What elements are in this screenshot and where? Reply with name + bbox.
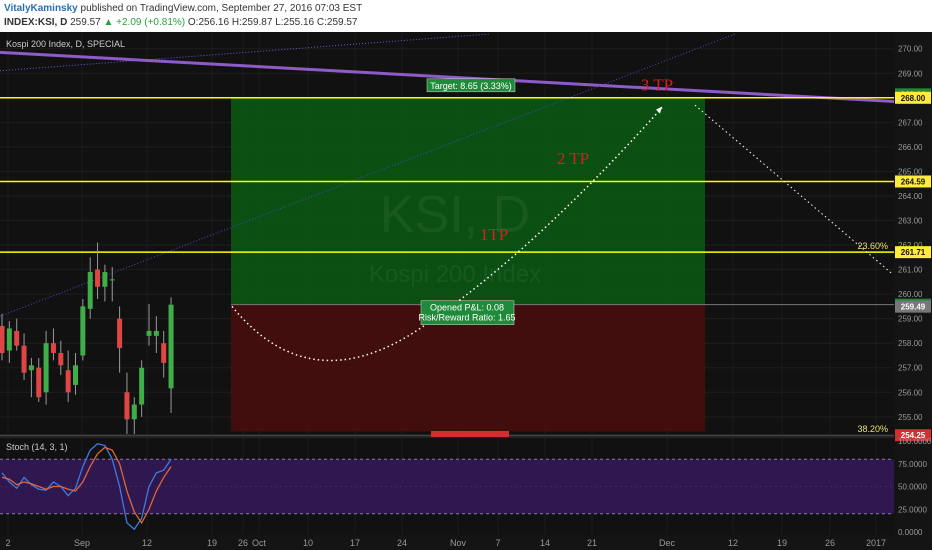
- stoch-tick-label: 0.0000: [898, 528, 923, 537]
- x-tick-label: 14: [540, 538, 550, 548]
- stoch-tick-label: 75.0000: [898, 460, 927, 469]
- candle-body: [95, 269, 101, 287]
- ohlc-values: O:256.16 H:259.87 L:255.16 C:259.57: [187, 17, 358, 28]
- x-tick-label: 19: [777, 538, 787, 548]
- candle-body: [102, 272, 108, 287]
- candle-body: [161, 343, 167, 363]
- price-tag-label: 264.59: [901, 177, 926, 186]
- x-tick-label: 10: [303, 538, 313, 548]
- candle-body: [6, 328, 12, 351]
- target-label: Target: 8.65 (3.33%): [430, 81, 512, 91]
- y-tick-label: 259.00: [898, 315, 923, 324]
- x-tick-label: 26: [825, 538, 835, 548]
- candle-body: [146, 330, 152, 336]
- x-tick-label: 2017: [866, 538, 886, 548]
- y-tick-label: 265.00: [898, 167, 923, 176]
- stoch-tick-label: 100.0000: [898, 437, 932, 446]
- y-tick-label: 270.00: [898, 45, 923, 54]
- y-tick-label: 267.00: [898, 118, 923, 127]
- x-tick-label: 17: [350, 538, 360, 548]
- stoch-tick-label: 50.0000: [898, 483, 927, 492]
- x-tick-label: Oct: [252, 538, 267, 548]
- candle-body: [87, 272, 93, 309]
- symbol-line: INDEX:KSI, D 259.57 ▲ +2.09 (+0.81%) O:2…: [4, 17, 357, 28]
- candle-body: [36, 367, 42, 398]
- candle-body: [0, 326, 5, 354]
- candle-body: [21, 345, 27, 373]
- x-tick-label: 12: [142, 538, 152, 548]
- x-tick-label: Nov: [450, 538, 467, 548]
- y-tick-label: 257.00: [898, 364, 923, 373]
- candle-body: [124, 392, 130, 420]
- candle-body: [80, 306, 86, 356]
- candle-body: [139, 367, 145, 405]
- x-tick-label: 19: [207, 538, 217, 548]
- price-tag-label: 261.71: [901, 248, 926, 257]
- candle-body: [14, 330, 20, 346]
- fib-label: 38.20%: [857, 424, 888, 434]
- x-tick-label: 24: [397, 538, 407, 548]
- y-tick-label: 266.00: [898, 143, 923, 152]
- candle-body: [131, 404, 137, 420]
- x-tick-label: 12: [728, 538, 738, 548]
- y-tick-label: 269.00: [898, 69, 923, 78]
- x-tick-label: 2: [5, 538, 10, 548]
- rr-label: Risk/Reward Ratio: 1.65: [418, 313, 515, 323]
- fib-label: 23.60%: [857, 241, 888, 251]
- price-tag-label: 268.00: [901, 94, 926, 103]
- candle-body: [117, 318, 123, 349]
- price-change: ▲ +2.09 (+0.81%): [103, 17, 186, 28]
- author-link[interactable]: VitalyKaminsky: [4, 3, 78, 14]
- chart-header: VitalyKaminsky published on TradingView.…: [0, 0, 932, 32]
- x-tick-label: Sep: [74, 538, 90, 548]
- candle-body: [28, 365, 34, 371]
- watermark-name: Kospi 200 Index: [369, 261, 541, 288]
- candle-body: [58, 353, 64, 366]
- tp-label: 1TP: [480, 225, 508, 244]
- candle-body: [168, 304, 174, 389]
- price-chart[interactable]: 255.00 256.00 257.00 258.00 259.00 260.00 261.…: [0, 32, 932, 550]
- y-tick-label: 261.00: [898, 266, 923, 275]
- chart-title: Kospi 200 Index, D, SPECIAL: [6, 39, 125, 49]
- y-tick-label: 258.00: [898, 339, 923, 348]
- last-price: 259.57: [70, 17, 101, 28]
- price-tag-label: 259.49: [901, 303, 926, 312]
- publish-info: published on TradingView.com, September …: [80, 3, 363, 14]
- symbol-name: INDEX:KSI, D: [4, 17, 68, 28]
- candle-body: [73, 365, 78, 385]
- pnl-label: Opened P&L: 0.08: [430, 303, 504, 313]
- y-tick-label: 260.00: [898, 290, 923, 299]
- stop-marker: [431, 431, 509, 437]
- y-tick-label: 255.00: [898, 413, 923, 422]
- stoch-tick-label: 25.0000: [898, 505, 927, 514]
- candle-body: [109, 279, 115, 281]
- y-tick-label: 256.00: [898, 388, 923, 397]
- x-tick-label: 7: [495, 538, 500, 548]
- y-tick-label: 264.00: [898, 192, 923, 201]
- publish-line: VitalyKaminsky published on TradingView.…: [4, 3, 362, 14]
- y-tick-label: 263.00: [898, 217, 923, 226]
- candle-body: [43, 343, 49, 393]
- tp-label: 3 TP: [641, 75, 673, 94]
- x-tick-label: 21: [587, 538, 597, 548]
- tp-label: 2 TP: [557, 149, 589, 168]
- candle-body: [50, 343, 56, 354]
- candle-body: [153, 330, 159, 336]
- x-tick-label: 26: [238, 538, 248, 548]
- candle-body: [65, 370, 71, 393]
- x-tick-label: Dec: [659, 538, 676, 548]
- stoch-title: Stoch (14, 3, 1): [6, 442, 68, 452]
